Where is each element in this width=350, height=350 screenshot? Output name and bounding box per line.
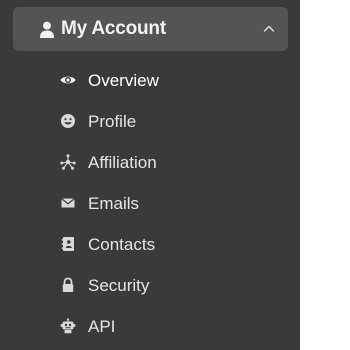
robot-icon — [60, 318, 76, 334]
nav-item-label: API — [88, 317, 116, 336]
nav-item-overview[interactable]: Overview — [0, 60, 300, 101]
chevron-up-icon[interactable] — [262, 22, 276, 36]
my-account-section-toggle[interactable]: My Account — [13, 7, 288, 51]
nav-item-profile[interactable]: Profile — [0, 101, 300, 142]
nav-item-label: Profile — [88, 112, 137, 131]
nav-item-emails[interactable]: Emails — [0, 183, 300, 224]
lock-icon — [60, 277, 76, 293]
section-title: My Account — [61, 18, 166, 39]
nav-item-label: Security — [88, 276, 150, 295]
nav-item-contacts[interactable]: Contacts — [0, 224, 300, 265]
account-nav-list: Overview Profile Affiliation Emails Cont… — [0, 60, 300, 347]
smiley-icon — [60, 113, 76, 129]
nav-item-label: Affiliation — [88, 153, 157, 172]
user-icon — [39, 21, 55, 38]
nav-item-affiliation[interactable]: Affiliation — [0, 142, 300, 183]
address-book-icon — [60, 236, 76, 252]
network-icon — [60, 154, 76, 170]
nav-item-label: Contacts — [88, 235, 156, 254]
eye-icon — [60, 72, 76, 88]
nav-item-api[interactable]: API — [0, 306, 300, 347]
nav-item-security[interactable]: Security — [0, 265, 300, 306]
envelope-icon — [60, 195, 76, 211]
nav-item-label: Overview — [88, 71, 159, 90]
main-content-area — [300, 0, 350, 350]
nav-item-label: Emails — [88, 194, 140, 213]
account-sidebar: My Account Overview Profile Affiliation … — [0, 0, 300, 350]
